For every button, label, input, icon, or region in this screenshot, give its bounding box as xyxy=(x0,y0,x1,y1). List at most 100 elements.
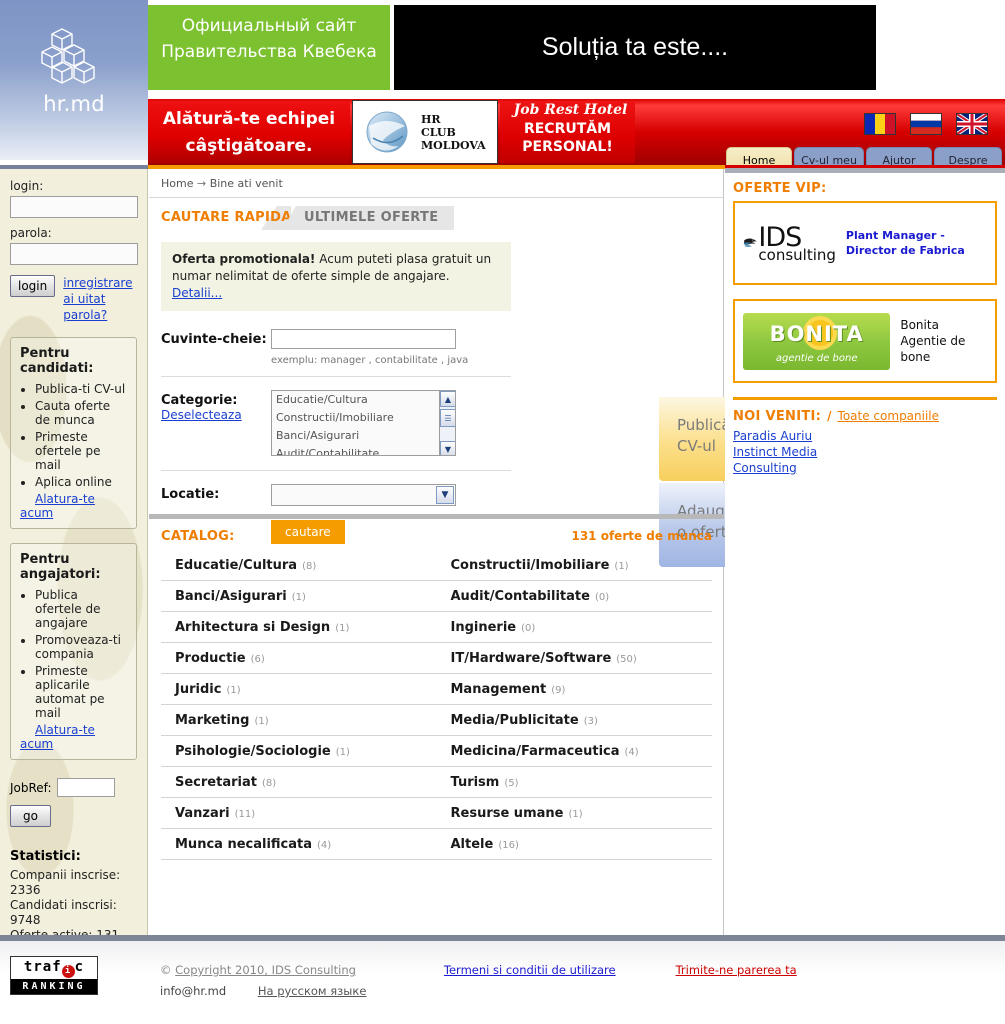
catalog-cell[interactable]: Media/Publicitate (3) xyxy=(436,704,712,736)
jobref-go-button[interactable]: go xyxy=(10,805,51,827)
category-name[interactable]: Management xyxy=(451,682,547,697)
catalog-cell[interactable]: Turism (5) xyxy=(436,766,712,798)
catalog-cell[interactable]: Resurse umane (1) xyxy=(436,797,712,829)
list-item[interactable]: Educatie/Cultura xyxy=(272,391,455,409)
catalog-cell[interactable]: Banci/Asigurari (1) xyxy=(161,580,437,612)
catalog-cell[interactable]: Psihologie/Sociologie (1) xyxy=(161,735,437,767)
banner-job-rest-hotel[interactable]: Job Rest Hotel RECRUTĂM PERSONAL! xyxy=(500,101,635,163)
promo-details-link[interactable]: Detalii... xyxy=(172,286,222,300)
catalog-count: 131 oferte de munca xyxy=(571,529,712,543)
chevron-down-icon[interactable]: ▼ xyxy=(436,486,454,504)
catalog-cell[interactable]: Inginerie (0) xyxy=(436,611,712,643)
login-input[interactable] xyxy=(10,196,138,218)
candidates-join-link[interactable]: Alatura-te acum xyxy=(20,492,95,520)
category-count: (5) xyxy=(504,778,519,789)
category-name[interactable]: Altele xyxy=(451,837,494,852)
uk-flag-icon[interactable] xyxy=(956,113,988,135)
catalog-cell[interactable]: Productie (6) xyxy=(161,642,437,674)
catalog-cell[interactable]: Constructii/Imobiliare (1) xyxy=(436,550,712,581)
category-name[interactable]: Arhitectura si Design xyxy=(175,620,330,635)
deselect-link[interactable]: Deselecteaza xyxy=(161,408,242,422)
category-name[interactable]: Audit/Contabilitate xyxy=(451,589,590,604)
jobref-input[interactable] xyxy=(56,778,115,797)
all-companies-link[interactable]: Toate companiile xyxy=(838,408,939,424)
list-item: Cauta oferte de munca xyxy=(35,399,127,427)
banner-hr-club-moldova[interactable]: HR CLUB MOLDOVA xyxy=(352,100,498,164)
catalog-cell[interactable]: Management (9) xyxy=(436,673,712,705)
vip-offer-ids[interactable]: IDS consulting Plant Manager - Director … xyxy=(733,201,997,285)
copyright-link[interactable]: Copyright 2010, IDS Consulting xyxy=(175,963,356,977)
category-name[interactable]: Turism xyxy=(451,775,500,790)
scrollbar-thumb[interactable]: ☰ xyxy=(440,409,455,427)
trafic-ranking-badge[interactable]: traf i c RANKING xyxy=(10,956,98,995)
vip-offer-bonita[interactable]: BONITA agentie de bone Bonita Agentie de… xyxy=(733,299,997,383)
category-count: (8) xyxy=(261,778,277,789)
employers-list: Publica ofertele de angajare Promoveaza-… xyxy=(20,588,127,720)
category-name[interactable]: IT/Hardware/Software xyxy=(451,651,612,666)
catalog-cell[interactable]: IT/Hardware/Software (50) xyxy=(436,642,712,674)
category-name[interactable]: Media/Publicitate xyxy=(451,713,579,728)
employers-join-link[interactable]: Alatura-te acum xyxy=(20,723,95,751)
category-name[interactable]: Productie xyxy=(175,651,246,666)
romania-flag-icon[interactable] xyxy=(864,113,896,135)
category-name[interactable]: Munca necalificata xyxy=(175,837,312,852)
feedback-link[interactable]: Trimite-ne parerea ta xyxy=(676,963,797,977)
catalog-cell[interactable]: Audit/Contabilitate (0) xyxy=(436,580,712,612)
forgot-password-link[interactable]: ai uitat parola? xyxy=(63,291,137,323)
site-logo-panel[interactable]: hr.md xyxy=(0,0,148,160)
category-name[interactable]: Marketing xyxy=(175,713,249,728)
copyright-symbol: © xyxy=(160,963,176,977)
stat-candidates: Candidati inscrisi: 9748 xyxy=(10,898,117,927)
breadcrumb-home[interactable]: Home xyxy=(161,177,193,190)
category-scrollbar[interactable]: ▲ ☰ ▼ xyxy=(439,391,455,455)
category-name[interactable]: Constructii/Imobiliare xyxy=(451,558,610,573)
catalog-cell[interactable]: Altele (16) xyxy=(436,828,712,860)
catalog-cell[interactable]: Munca necalificata (4) xyxy=(161,828,437,860)
list-item[interactable]: Banci/Asigurari xyxy=(272,427,455,445)
vip-offer-ids-label[interactable]: Plant Manager - Director de Fabrica xyxy=(846,228,987,258)
login-label: login: xyxy=(10,179,44,193)
category-name[interactable]: Educatie/Cultura xyxy=(175,558,297,573)
catalog-cell[interactable]: Medicina/Farmaceutica (4) xyxy=(436,735,712,767)
catalog-cell[interactable]: Marketing (1) xyxy=(161,704,437,736)
category-name[interactable]: Banci/Asigurari xyxy=(175,589,287,604)
list-item[interactable]: Audit/Contabilitate xyxy=(272,445,455,455)
category-name[interactable]: Secretariat xyxy=(175,775,257,790)
newcomer-link[interactable]: Paradis Auriu xyxy=(733,428,997,444)
table-row: Vanzari (11) Resurse umane (1) xyxy=(161,797,712,829)
vip-offer-bonita-label[interactable]: Bonita Agentie de bone xyxy=(900,317,987,365)
list-item[interactable]: Constructii/Imobiliare xyxy=(272,409,455,427)
scroll-up-icon[interactable]: ▲ xyxy=(440,391,455,407)
banner-join-team[interactable]: Alătură-te echipei câştigătoare. xyxy=(148,101,350,163)
scroll-down-icon[interactable]: ▼ xyxy=(440,441,455,455)
banner-quebec-government[interactable]: Официальный сайт Правительства Квебека xyxy=(148,5,390,90)
keywords-input[interactable] xyxy=(271,329,456,349)
catalog-cell[interactable]: Arhitectura si Design (1) xyxy=(161,611,437,643)
tab-cautare-rapida[interactable]: CAUTARE RAPIDA xyxy=(161,206,292,230)
russia-flag-icon[interactable] xyxy=(910,113,942,135)
russian-language-link[interactable]: На русском языке xyxy=(258,984,367,998)
location-select[interactable]: ▼ xyxy=(271,484,456,506)
terms-link[interactable]: Termeni si conditii de utilizare xyxy=(444,963,616,977)
password-input[interactable] xyxy=(10,243,138,265)
category-name[interactable]: Vanzari xyxy=(175,806,230,821)
category-name[interactable]: Resurse umane xyxy=(451,806,564,821)
category-name[interactable]: Psihologie/Sociologie xyxy=(175,744,331,759)
category-listbox[interactable]: Educatie/Cultura Constructii/Imobiliare … xyxy=(271,390,456,456)
login-button[interactable]: login xyxy=(10,275,56,297)
tab-ultimele-oferte[interactable]: ULTIMELE OFERTE xyxy=(282,206,455,230)
catalog-cell[interactable]: Educatie/Cultura (8) xyxy=(161,550,437,581)
category-name[interactable]: Inginerie xyxy=(451,620,517,635)
catalog-table: Educatie/Cultura (8) Constructii/Imobilia… xyxy=(161,550,712,860)
banner-solution[interactable]: Soluția ta este.... xyxy=(394,5,876,90)
register-link[interactable]: inregistrare xyxy=(63,275,137,291)
language-flags xyxy=(864,113,988,135)
catalog-cell[interactable]: Juridic (1) xyxy=(161,673,437,705)
catalog-cell[interactable]: Vanzari (11) xyxy=(161,797,437,829)
catalog-cell[interactable]: Secretariat (8) xyxy=(161,766,437,798)
newcomer-link[interactable]: Instinct Media xyxy=(733,444,997,460)
newcomer-link[interactable]: Consulting xyxy=(733,460,997,476)
category-name[interactable]: Juridic xyxy=(175,682,221,697)
category-name[interactable]: Medicina/Farmaceutica xyxy=(451,744,620,759)
copyright: © Copyright 2010, IDS Consulting xyxy=(160,963,356,977)
